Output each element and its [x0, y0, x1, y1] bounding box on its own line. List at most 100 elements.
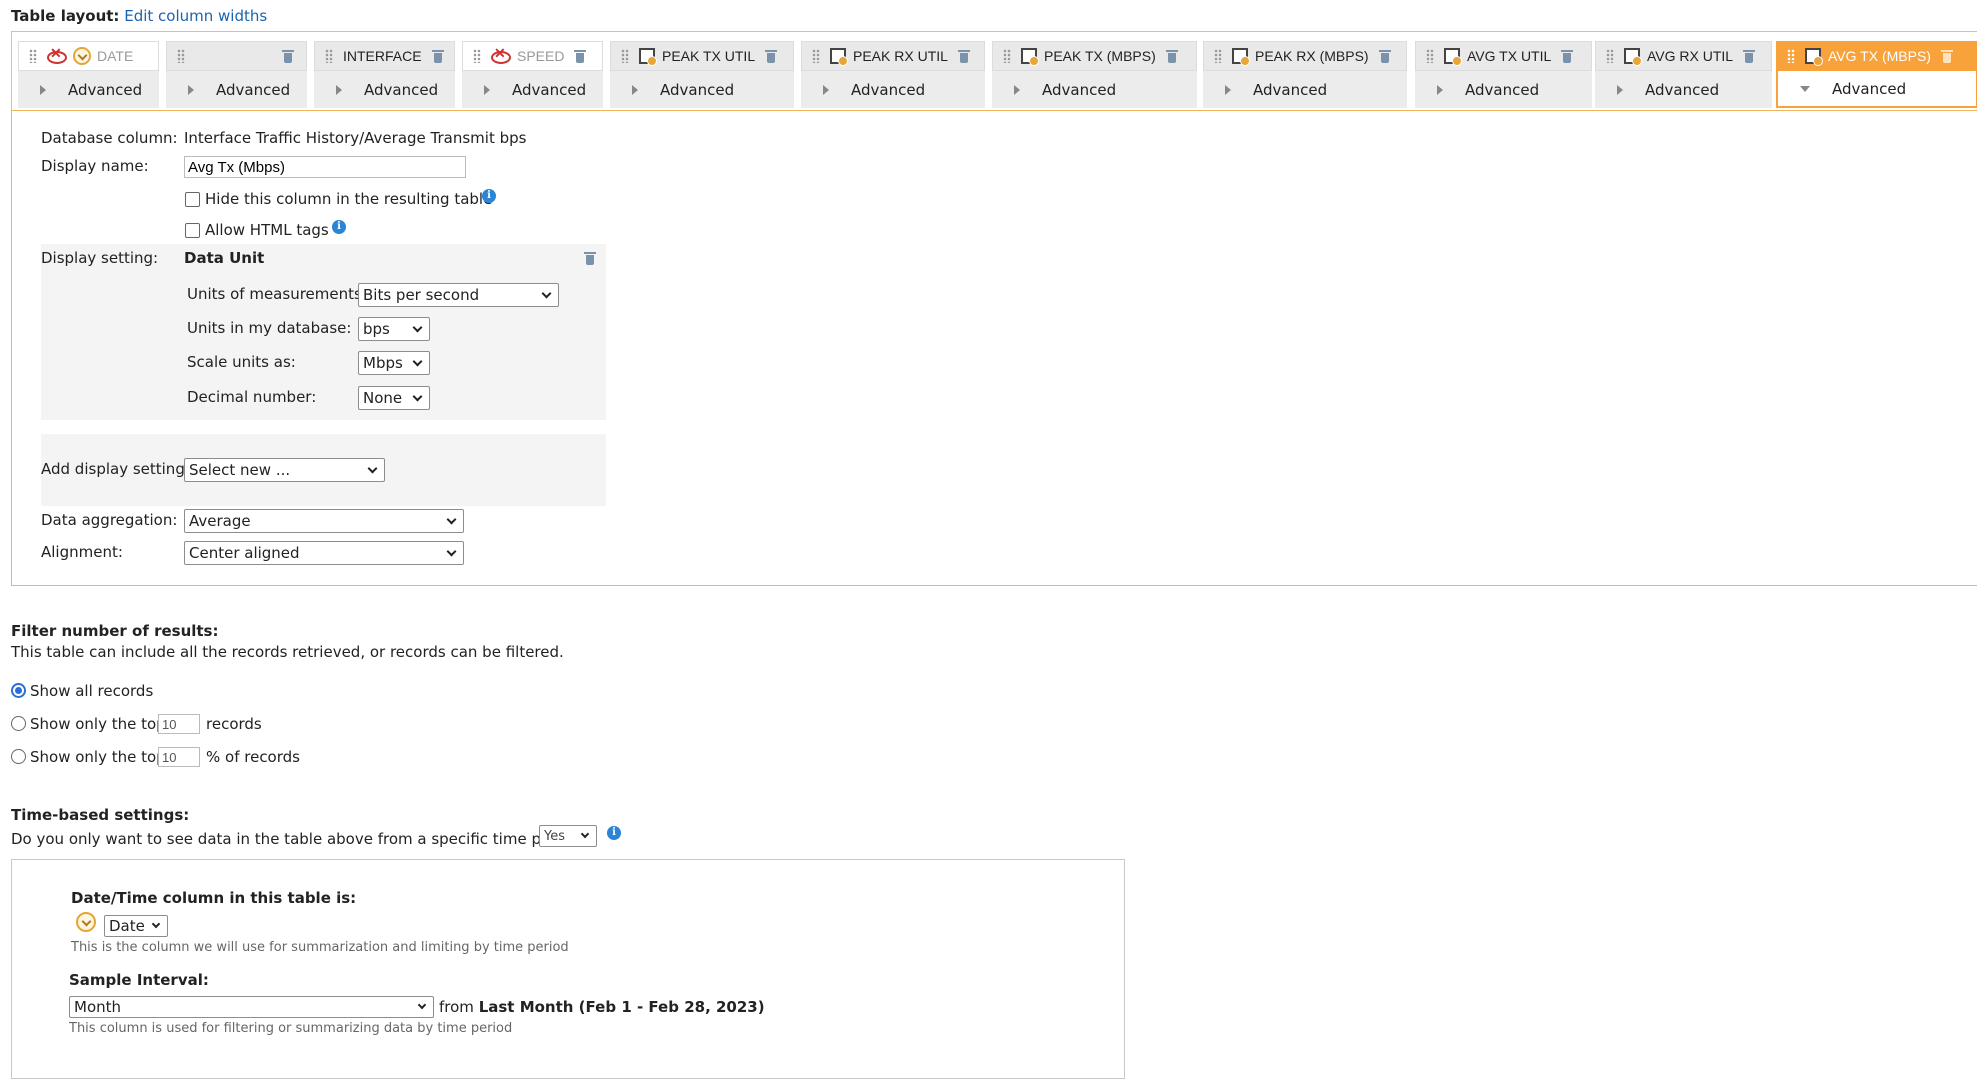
scale-select[interactable]: Mbps — [358, 351, 430, 375]
expand-caret-icon[interactable] — [1014, 84, 1020, 95]
calculated-column-icon — [1232, 48, 1250, 66]
trash-icon[interactable] — [1378, 49, 1391, 63]
drag-handle-icon[interactable] — [29, 49, 37, 63]
sample-hint: This column is used for filtering or sum… — [69, 1021, 513, 1036]
trash-icon[interactable] — [584, 251, 596, 265]
advanced-toggle[interactable]: Advanced — [851, 81, 925, 99]
column-peak-tx-mbps[interactable]: PEAK TX (MBPS) Advanced — [992, 41, 1197, 112]
trash-icon[interactable] — [282, 49, 294, 63]
info-icon[interactable]: i — [482, 189, 496, 203]
column-peak-rx-util[interactable]: PEAK RX UTIL Advanced — [801, 41, 985, 112]
calculated-column-icon — [1624, 48, 1642, 66]
drag-handle-icon[interactable] — [1003, 49, 1011, 63]
expand-caret-icon[interactable] — [632, 84, 638, 95]
allow-html-checkbox[interactable] — [185, 223, 200, 238]
expand-caret-icon[interactable] — [336, 84, 342, 95]
advanced-toggle[interactable]: Advanced — [512, 81, 586, 99]
column-avg-tx-mbps[interactable]: AVG TX (MBPS) Advanced — [1776, 41, 1977, 112]
alignment-select[interactable]: Center aligned — [184, 541, 464, 565]
column-label: PEAK TX UTIL — [662, 48, 756, 64]
column-speed[interactable]: SPEED Advanced — [462, 41, 603, 112]
aggregation-select[interactable]: Average — [184, 509, 464, 533]
column-blank[interactable]: Advanced — [166, 41, 307, 112]
trash-icon[interactable] — [957, 49, 970, 63]
column-avg-tx-util[interactable]: AVG TX UTIL Advanced — [1415, 41, 1592, 112]
units-db-select[interactable]: bps — [358, 317, 430, 341]
decimal-select[interactable]: None — [358, 386, 430, 410]
column-interface[interactable]: INTERFACE Advanced — [314, 41, 455, 112]
expand-caret-icon[interactable] — [1437, 84, 1443, 95]
info-icon[interactable]: i — [607, 826, 621, 840]
drag-handle-icon[interactable] — [177, 49, 185, 63]
column-label: AVG TX UTIL — [1467, 48, 1552, 64]
drag-handle-icon[interactable] — [1606, 49, 1614, 63]
top-records-suffix: records — [206, 715, 262, 733]
top-records-input[interactable] — [158, 714, 200, 734]
trash-icon[interactable] — [431, 49, 444, 63]
units-measure-select[interactable]: Bits per second — [358, 283, 559, 307]
show-all-radio[interactable] — [11, 683, 26, 698]
from-text: from — [439, 998, 474, 1016]
datetime-column-title: Date/Time column in this table is: — [71, 889, 357, 907]
calculated-column-icon — [1021, 48, 1039, 66]
advanced-toggle[interactable]: Advanced — [1832, 80, 1906, 98]
trash-icon[interactable] — [1743, 49, 1756, 63]
chevron-down-icon — [151, 919, 161, 929]
drag-handle-icon[interactable] — [473, 49, 481, 63]
datetime-icon — [73, 47, 91, 65]
sample-interval-select[interactable]: Month — [69, 996, 434, 1018]
column-label: AVG RX UTIL — [1647, 48, 1734, 64]
advanced-toggle[interactable]: Advanced — [660, 81, 734, 99]
top-records-radio[interactable] — [11, 716, 26, 731]
display-name-input[interactable] — [184, 156, 466, 178]
column-date[interactable]: DATE Advanced — [18, 41, 159, 112]
scale-label: Scale units as: — [187, 353, 296, 371]
drag-handle-icon[interactable] — [621, 49, 629, 63]
select-value: Center aligned — [189, 544, 300, 562]
top-percent-input[interactable] — [158, 747, 200, 767]
trash-icon[interactable] — [1165, 49, 1178, 63]
trash-icon[interactable] — [574, 49, 587, 63]
range-text: Last Month (Feb 1 - Feb 28, 2023) — [478, 998, 765, 1016]
advanced-toggle[interactable]: Advanced — [216, 81, 290, 99]
advanced-toggle[interactable]: Advanced — [364, 81, 438, 99]
collapse-caret-icon[interactable] — [1800, 85, 1810, 92]
add-display-select[interactable]: Select new ... — [184, 458, 385, 482]
advanced-toggle[interactable]: Advanced — [1645, 81, 1719, 99]
chevron-down-icon — [580, 829, 590, 839]
column-peak-rx-mbps[interactable]: PEAK RX (MBPS) Advanced — [1203, 41, 1407, 112]
edit-column-widths-link[interactable]: Edit column widths — [124, 7, 267, 25]
drag-handle-icon[interactable] — [1426, 49, 1434, 63]
expand-caret-icon[interactable] — [823, 84, 829, 95]
expand-caret-icon[interactable] — [1617, 84, 1623, 95]
datetime-column-select[interactable]: Date — [104, 915, 168, 937]
top-percent-radio[interactable] — [11, 749, 26, 764]
expand-caret-icon[interactable] — [1225, 84, 1231, 95]
data-unit-title: Data Unit — [184, 249, 265, 267]
trash-icon[interactable] — [1940, 49, 1953, 63]
column-label: AVG TX (MBPS) — [1828, 48, 1931, 64]
expand-caret-icon[interactable] — [188, 84, 194, 95]
expand-caret-icon[interactable] — [40, 84, 46, 95]
column-avg-rx-util[interactable]: AVG RX UTIL Advanced — [1595, 41, 1772, 112]
info-icon[interactable]: i — [332, 220, 346, 234]
drag-handle-icon[interactable] — [1787, 49, 1795, 63]
advanced-toggle[interactable]: Advanced — [1253, 81, 1327, 99]
advanced-toggle[interactable]: Advanced — [1465, 81, 1539, 99]
hide-column-checkbox[interactable] — [185, 192, 200, 207]
expand-caret-icon[interactable] — [484, 84, 490, 95]
db-column-label: Database column: — [41, 129, 178, 147]
drag-handle-icon[interactable] — [325, 49, 333, 63]
trash-icon[interactable] — [765, 49, 778, 63]
time-period-select[interactable]: Yes — [539, 825, 597, 847]
chevron-down-icon — [412, 322, 423, 332]
drag-handle-icon[interactable] — [1214, 49, 1222, 63]
advanced-toggle[interactable]: Advanced — [68, 81, 142, 99]
show-all-label: Show all records — [30, 682, 154, 700]
filter-title: Filter number of results: — [11, 622, 219, 640]
column-peak-tx-util[interactable]: PEAK TX UTIL Advanced — [610, 41, 794, 112]
select-value: Bits per second — [363, 286, 480, 304]
drag-handle-icon[interactable] — [812, 49, 820, 63]
trash-icon[interactable] — [1561, 49, 1574, 63]
advanced-toggle[interactable]: Advanced — [1042, 81, 1116, 99]
